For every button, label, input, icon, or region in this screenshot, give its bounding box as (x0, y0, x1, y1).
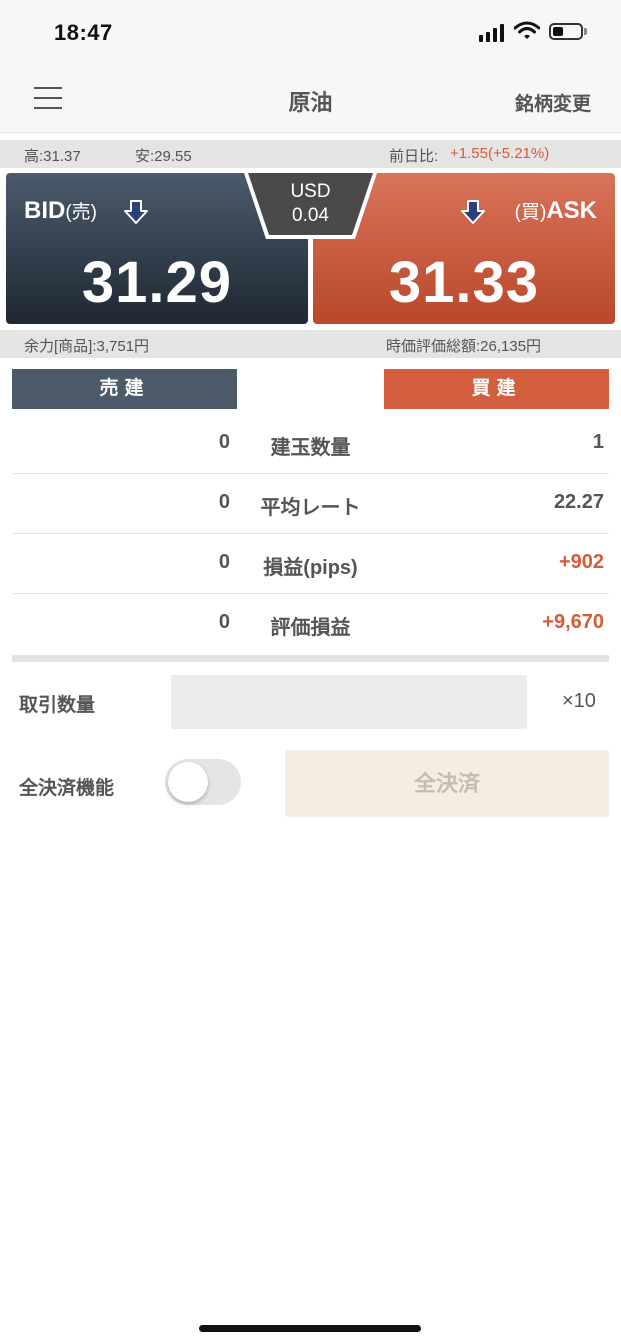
status-time: 18:47 (54, 20, 113, 45)
toggle-knob[interactable] (168, 762, 208, 802)
row-label: 建玉数量 (270, 437, 351, 459)
quantity-label: 取引数量 (19, 695, 96, 716)
low-price: 安:29.55 (135, 148, 192, 165)
available-margin: 余力[商品]:3,751円 (24, 338, 150, 355)
section-divider (12, 655, 609, 662)
account-info-strip: 余力[商品]:3,751円 時価評価総額:26,135円 (0, 330, 621, 358)
buy-value: 1 (592, 431, 604, 453)
cellular-signal-icon (479, 22, 505, 42)
arrow-down-icon (461, 200, 485, 224)
spread-value: 0.04 (292, 205, 329, 226)
price-info-strip: 高:31.37 安:29.55 前日比: +1.55(+5.21%) (0, 140, 621, 168)
ask-price: 31.33 (388, 250, 540, 315)
buy-value: +9,670 (542, 611, 604, 633)
table-row: 0 評価損益 +9,670 (12, 593, 609, 653)
table-row: 0 平均レート 22.27 (12, 473, 609, 534)
arrow-down-icon (124, 200, 148, 224)
battery-cap (584, 28, 587, 35)
market-valuation: 時価評価総額:26,135円 (386, 338, 542, 355)
bid-label: BID(売) (24, 197, 97, 224)
row-label: 平均レート (260, 497, 361, 519)
high-price: 高:31.37 (24, 148, 81, 165)
quantity-input[interactable] (171, 675, 527, 729)
row-label: 評価損益 (270, 617, 351, 639)
spread-currency: USD (290, 181, 331, 202)
row-label: 損益(pips) (263, 557, 358, 579)
change-symbol-button[interactable]: 銘柄変更 (515, 89, 591, 116)
buy-open-button[interactable]: 買建 (384, 369, 609, 409)
buy-value: +902 (558, 551, 604, 573)
close-all-button[interactable]: 全決済 (285, 750, 609, 817)
day-change-value: +1.55(+5.21%) (450, 145, 550, 162)
spread-text: USD 0.04 (244, 180, 377, 228)
home-indicator[interactable] (199, 1325, 421, 1332)
table-row: 0 建玉数量 1 (12, 413, 609, 474)
buy-value: 22.27 (553, 491, 604, 513)
quantity-multiplier: ×10 (562, 690, 596, 712)
sell-open-button[interactable]: 売建 (12, 369, 237, 409)
table-row: 0 損益(pips) +902 (12, 533, 609, 594)
battery-icon (549, 23, 583, 40)
wifi-icon (514, 21, 540, 39)
ask-label: (買)ASK (514, 197, 597, 224)
day-change-label: 前日比: (389, 148, 439, 165)
close-all-feature-label: 全決済機能 (19, 778, 115, 799)
bid-price: 31.29 (81, 250, 233, 315)
